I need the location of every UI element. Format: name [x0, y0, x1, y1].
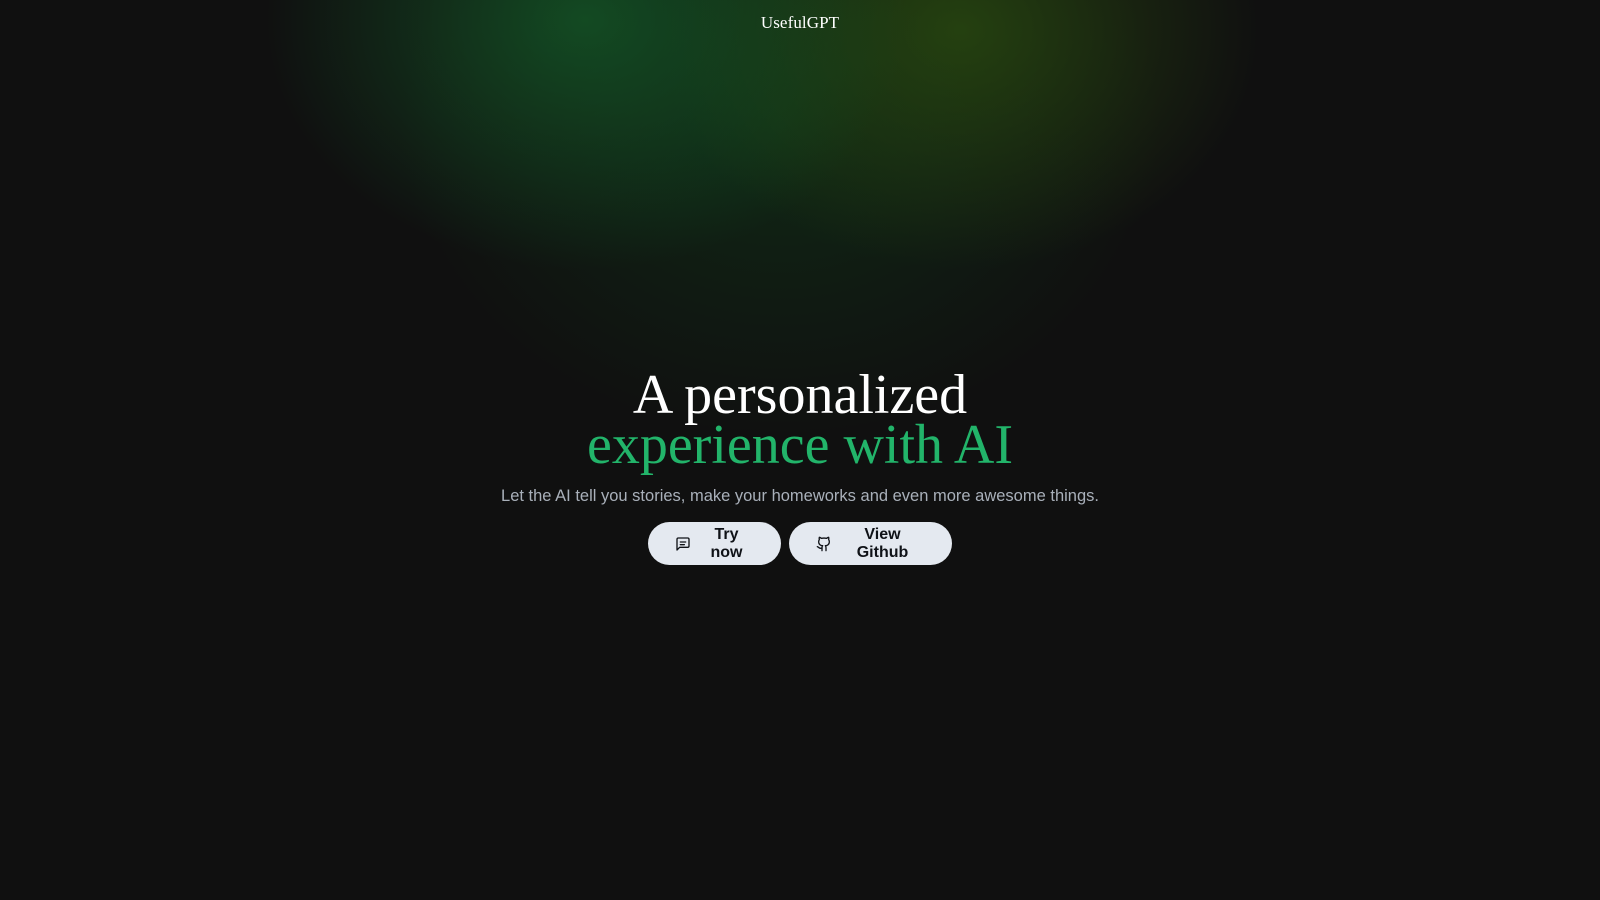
hero-section: A personalized experience with AI Let th… — [0, 364, 1600, 565]
brand-title: UsefulGPT — [760, 13, 840, 32]
message-square-icon — [675, 536, 691, 552]
view-github-label: View Github — [856, 525, 909, 561]
hero-actions: Try now View Github — [0, 522, 1600, 565]
headline-line-2-accent: experience with AI — [586, 414, 1014, 476]
hero-subtitle: Let the AI tell you stories, make your h… — [501, 487, 1099, 505]
hero-headline: A personalized experience with AI — [0, 364, 1600, 476]
github-icon — [816, 536, 832, 552]
view-github-button[interactable]: View Github — [789, 522, 952, 565]
try-now-button[interactable]: Try now — [648, 522, 781, 565]
try-now-label: Try now — [710, 525, 743, 561]
headline-line-1: A personalized — [632, 364, 968, 426]
